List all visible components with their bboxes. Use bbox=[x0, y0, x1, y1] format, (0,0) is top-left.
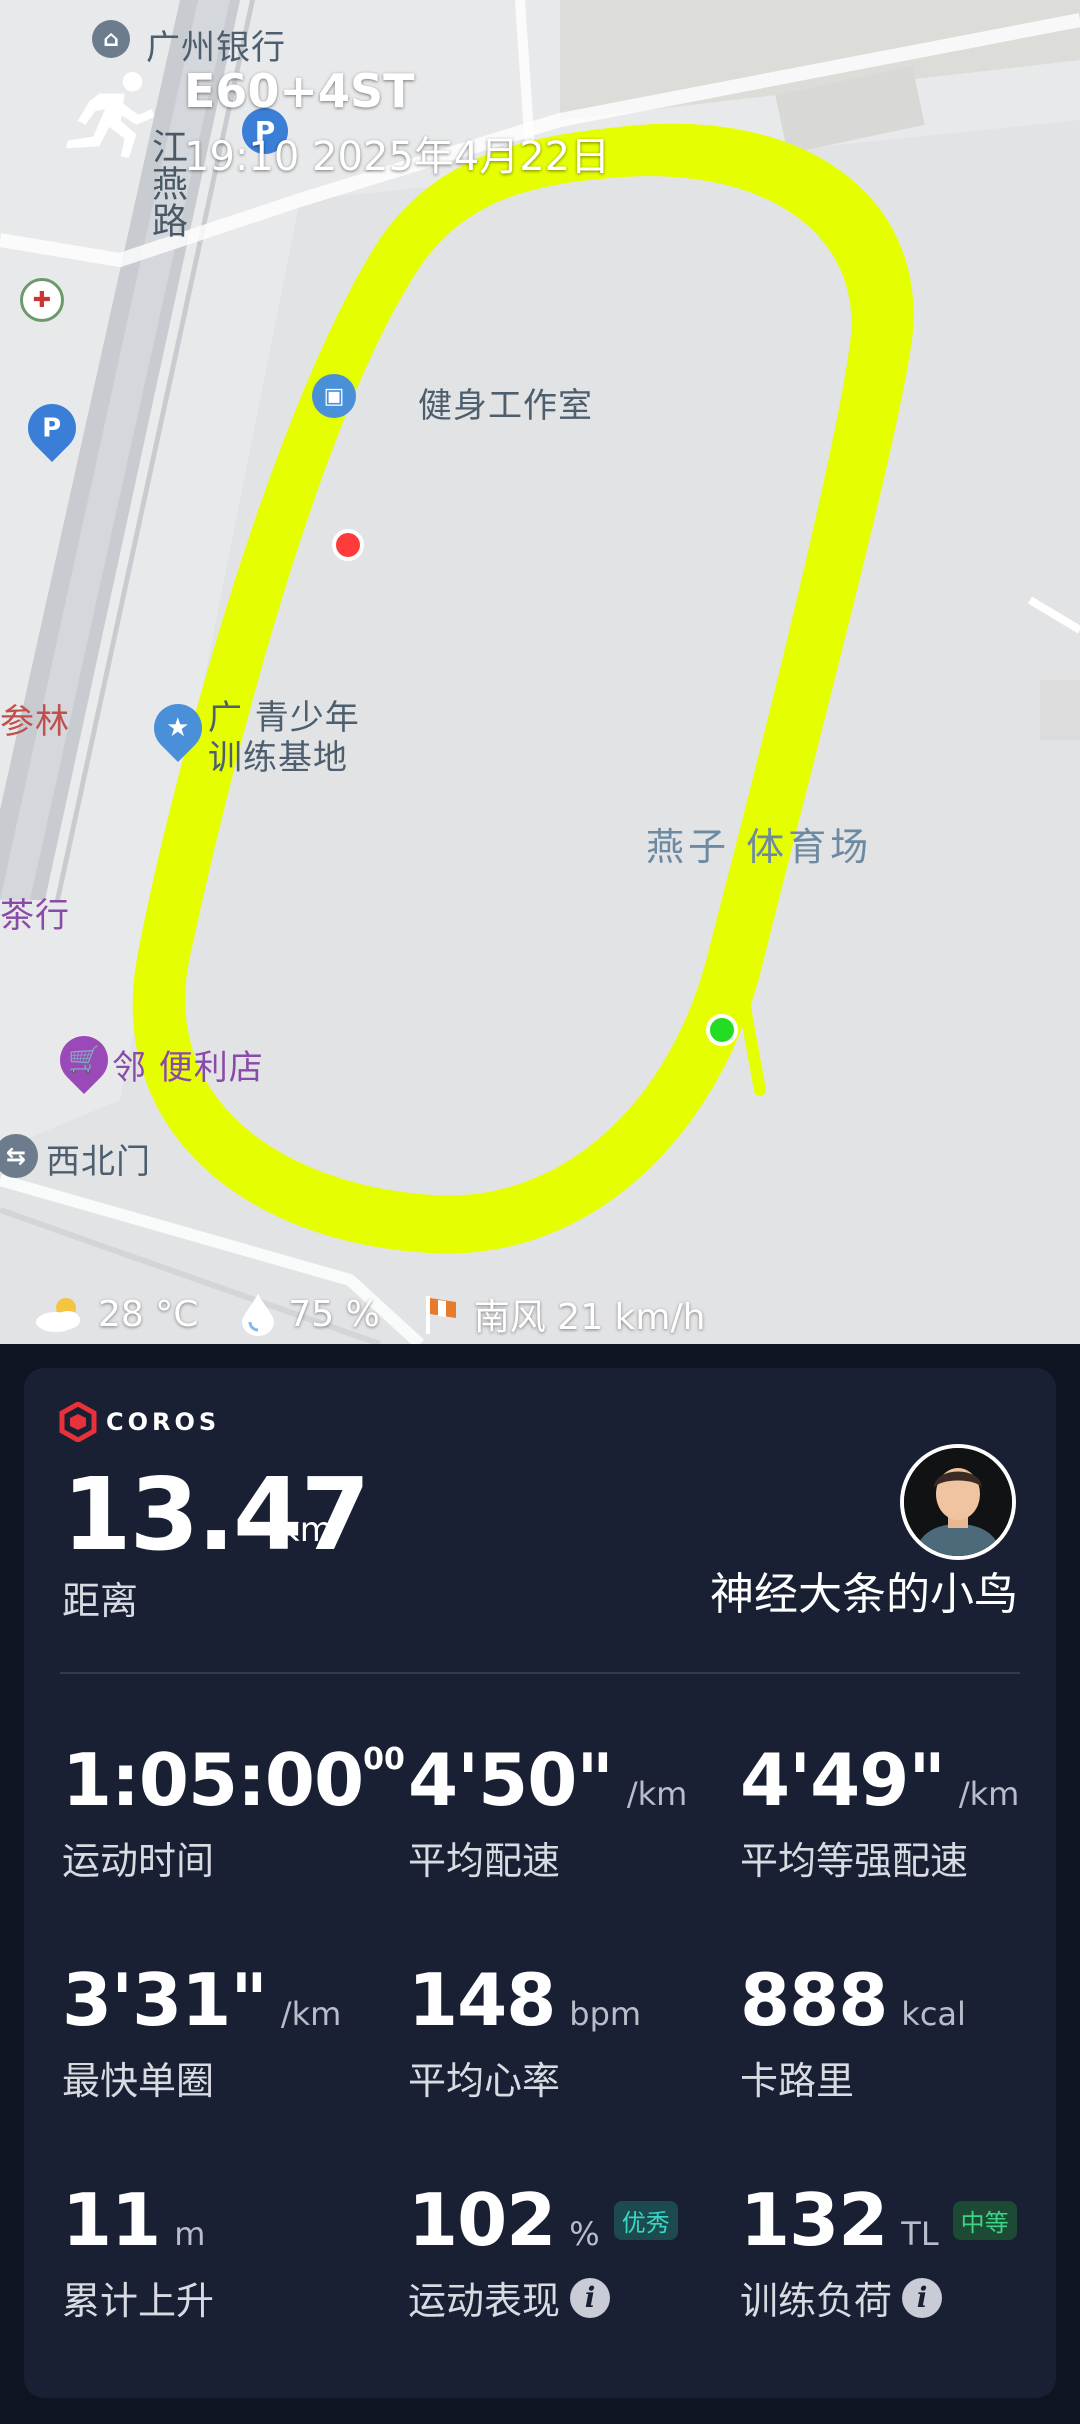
stat-avg-pace-unit: /km bbox=[626, 1775, 688, 1813]
map-label-store: 邻 便利店 bbox=[112, 1048, 264, 1088]
stat-performance-value: 102 bbox=[408, 2178, 556, 2262]
stat-duration-value: 1:05:00 bbox=[62, 1738, 364, 1822]
stat-avg-pace-value: 4'50" bbox=[408, 1738, 614, 1822]
workout-summary-card: COROS 13.47 km 距离 神经大条的小鸟 1:05:00 00 运动时… bbox=[24, 1368, 1056, 2398]
fitness-icon: ▣ bbox=[312, 374, 356, 418]
stat-hr-unit: bpm bbox=[569, 1995, 642, 2033]
map-label-bank: 广州银行 bbox=[146, 28, 286, 68]
map-label-tea: 茶行 bbox=[0, 896, 70, 936]
map-label-pharmacy: 参林 bbox=[0, 702, 70, 742]
info-icon[interactable]: i bbox=[570, 2277, 611, 2318]
weather-bar: 28 °C 75 % 南风 21 km/h bbox=[34, 1288, 735, 1340]
stat-duration: 1:05:00 00 运动时间 bbox=[62, 1738, 405, 1885]
map-label-youth-base-2: 训练基地 bbox=[208, 738, 348, 778]
humidity: 75 % bbox=[288, 1293, 380, 1335]
stat-elevation-value: 11 bbox=[62, 2178, 161, 2262]
stat-calories-value: 888 bbox=[740, 1958, 888, 2042]
stat-hr-label: 平均心率 bbox=[408, 2059, 561, 2103]
username: 神经大条的小鸟 bbox=[710, 1569, 1018, 1620]
map-label-gym: 健身工作室 bbox=[418, 386, 593, 426]
stat-gap-label: 平均等强配速 bbox=[740, 1839, 969, 1883]
stat-calories-unit: kcal bbox=[901, 1995, 966, 2033]
avatar[interactable] bbox=[900, 1444, 1016, 1560]
stat-calories: 888 kcal 卡路里 bbox=[740, 1958, 1060, 2105]
route-map[interactable]: ⌂ 广州银行 P 江燕路 ✚ P ▣ 健身工作室 参林 ★ 广 青少年 训练基地… bbox=[0, 0, 1080, 1344]
stat-training-load[interactable]: 132 TL 中等 训练负荷 i bbox=[740, 2178, 1060, 2325]
distance-label: 距离 bbox=[62, 1579, 139, 1623]
workout-title: E60+4ST bbox=[184, 64, 415, 118]
stat-performance[interactable]: 102 % 优秀 运动表现 i bbox=[408, 2178, 728, 2325]
temperature: 28 °C bbox=[98, 1293, 199, 1335]
training-load-rating-badge: 中等 bbox=[952, 2200, 1017, 2240]
bank-icon: ⌂ bbox=[92, 20, 130, 58]
stat-avg-heart-rate: 148 bpm 平均心率 bbox=[408, 1958, 728, 2105]
humidity-icon bbox=[242, 1294, 275, 1336]
stat-performance-unit: % bbox=[569, 2215, 600, 2253]
running-icon bbox=[65, 71, 155, 159]
stat-training-load-value: 132 bbox=[740, 2178, 888, 2262]
coros-brand-text: COROS bbox=[106, 1408, 221, 1436]
map-label-stadium: 燕子 体育场 bbox=[646, 825, 873, 869]
stat-performance-label: 运动表现 bbox=[408, 2279, 561, 2323]
partly-cloudy-icon bbox=[36, 1298, 80, 1332]
route-start-point bbox=[332, 529, 364, 561]
stat-hr-value: 148 bbox=[408, 1958, 556, 2042]
divider bbox=[60, 1672, 1020, 1674]
stat-gap-value: 4'49" bbox=[740, 1738, 946, 1822]
route-end-point bbox=[706, 1014, 738, 1046]
performance-rating-badge: 优秀 bbox=[613, 2200, 678, 2240]
stat-gap-unit: /km bbox=[958, 1775, 1020, 1813]
stat-duration-label: 运动时间 bbox=[62, 1839, 215, 1883]
coros-logo-icon bbox=[59, 1402, 97, 1442]
stat-grade-adjusted-pace: 4'49" /km 平均等强配速 bbox=[740, 1738, 1060, 1885]
wind-flag-icon bbox=[425, 1296, 456, 1334]
stat-avg-pace-label: 平均配速 bbox=[408, 1839, 561, 1883]
stat-fastest-lap-value: 3'31" bbox=[62, 1958, 268, 2042]
stat-fastest-lap: 3'31" /km 最快单圈 bbox=[62, 1958, 382, 2105]
stat-fastest-lap-unit: /km bbox=[280, 1995, 342, 2033]
stat-duration-fraction: 00 bbox=[363, 1742, 405, 1777]
stat-fastest-lap-label: 最快单圈 bbox=[62, 2059, 215, 2103]
pharmacy-icon: ✚ bbox=[20, 278, 64, 322]
stat-elevation-gain: 11 m 累计上升 bbox=[62, 2178, 382, 2325]
workout-datetime: 19:10 2025年4月22日 bbox=[184, 134, 611, 180]
info-icon[interactable]: i bbox=[902, 2277, 943, 2318]
stat-elevation-label: 累计上升 bbox=[62, 2279, 215, 2323]
stat-training-load-label: 训练负荷 bbox=[740, 2279, 893, 2323]
stat-calories-label: 卡路里 bbox=[740, 2059, 855, 2103]
user-avatar-icon bbox=[904, 1448, 1012, 1556]
wind: 南风 21 km/h bbox=[473, 1297, 706, 1338]
stat-elevation-unit: m bbox=[174, 2215, 206, 2253]
stat-training-load-unit: TL bbox=[901, 2215, 939, 2253]
coros-logo: COROS bbox=[58, 1402, 220, 1442]
map-label-north-gate: 西北门 bbox=[46, 1142, 151, 1182]
stat-avg-pace: 4'50" /km 平均配速 bbox=[408, 1738, 728, 1885]
distance-unit: km bbox=[280, 1510, 333, 1550]
